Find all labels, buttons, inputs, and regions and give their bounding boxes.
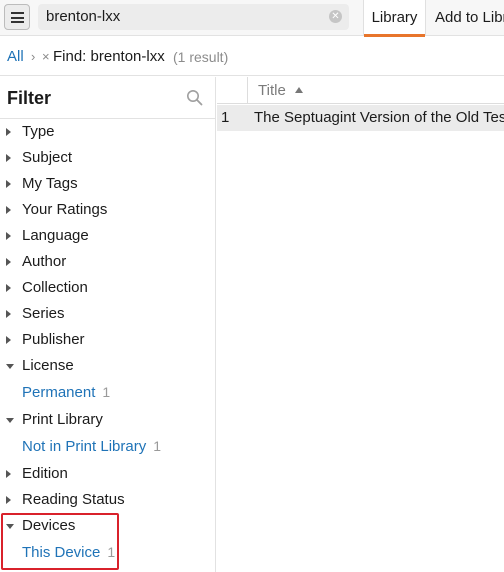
- collapse-arrow-icon[interactable]: [6, 418, 14, 423]
- hamburger-menu-icon[interactable]: [4, 4, 30, 30]
- filter-item-language[interactable]: Language: [0, 223, 215, 249]
- filter-item-license[interactable]: License: [0, 353, 215, 379]
- breadcrumb-all-link[interactable]: All: [7, 48, 24, 65]
- sort-ascending-icon[interactable]: [295, 87, 303, 93]
- breadcrumb-current-search: Find: brenton-lxx: [53, 48, 165, 65]
- collapse-arrow-icon[interactable]: [6, 364, 14, 369]
- filter-item-label: Edition: [22, 465, 68, 482]
- expand-arrow-icon[interactable]: [6, 496, 11, 504]
- filter-item-label: Author: [22, 253, 67, 270]
- filter-item-my-tags[interactable]: My Tags: [0, 171, 215, 197]
- filter-sidebar: Filter Type Subject My Tags Your Ratings…: [0, 77, 216, 572]
- results-table: Title 1 The Septuagint Version of the Ol…: [217, 77, 504, 572]
- filter-option-count: 1: [102, 384, 111, 400]
- filter-item-label: Subject: [22, 149, 73, 166]
- column-header-title[interactable]: Title: [258, 82, 286, 99]
- row-number: 1: [221, 109, 230, 126]
- filter-item-your-ratings[interactable]: Your Ratings: [0, 197, 215, 223]
- filter-item-publisher[interactable]: Publisher: [0, 327, 215, 353]
- tab-library[interactable]: Library: [363, 0, 426, 37]
- filter-option-not-in-print-library[interactable]: Not in Print Library 1: [22, 438, 161, 455]
- filter-item-label: Publisher: [22, 331, 85, 348]
- filter-item-label: License: [22, 357, 74, 374]
- expand-arrow-icon[interactable]: [6, 154, 11, 162]
- filter-item-series[interactable]: Series: [0, 301, 215, 327]
- filter-item-edition[interactable]: Edition: [0, 461, 215, 487]
- filter-option-label[interactable]: Permanent: [22, 384, 95, 401]
- filter-item-print-library[interactable]: Print Library: [0, 407, 215, 433]
- remove-filter-icon[interactable]: ×: [42, 49, 50, 64]
- filter-option-permanent[interactable]: Permanent 1: [22, 384, 110, 401]
- result-count: (1 result): [173, 49, 229, 65]
- clear-search-icon[interactable]: ✕: [329, 10, 342, 23]
- expand-arrow-icon[interactable]: [6, 336, 11, 344]
- expand-arrow-icon[interactable]: [6, 470, 11, 478]
- search-input-value[interactable]: brenton-lxx: [46, 8, 120, 25]
- column-header-number[interactable]: [217, 77, 248, 104]
- expand-arrow-icon[interactable]: [6, 258, 11, 266]
- filter-option-label[interactable]: Not in Print Library: [22, 438, 146, 455]
- filter-item-label: Reading Status: [22, 491, 125, 508]
- highlight-box: [1, 513, 119, 570]
- expand-arrow-icon[interactable]: [6, 206, 11, 214]
- table-row[interactable]: 1 The Septuagint Version of the Old Test…: [217, 105, 504, 131]
- filter-title: Filter: [7, 88, 52, 108]
- expand-arrow-icon[interactable]: [6, 128, 11, 136]
- filter-item-label: My Tags: [22, 175, 78, 192]
- search-input[interactable]: brenton-lxx ✕: [38, 4, 349, 30]
- filter-item-reading-status[interactable]: Reading Status: [0, 487, 215, 513]
- expand-arrow-icon[interactable]: [6, 284, 11, 292]
- filter-item-label: Print Library: [22, 411, 103, 428]
- table-header: Title: [217, 77, 504, 104]
- filter-item-collection[interactable]: Collection: [0, 275, 215, 301]
- row-title[interactable]: The Septuagint Version of the Old Testa: [254, 109, 504, 126]
- filter-item-label: Your Ratings: [22, 201, 108, 218]
- expand-arrow-icon[interactable]: [6, 180, 11, 188]
- search-icon[interactable]: [186, 89, 203, 106]
- top-toolbar: brenton-lxx ✕ Library Add to Libr: [0, 0, 504, 37]
- breadcrumb: All › × Find: brenton-lxx (1 result): [0, 37, 504, 76]
- filter-item-label: Series: [22, 305, 65, 322]
- filter-item-label: Collection: [22, 279, 88, 296]
- expand-arrow-icon[interactable]: [6, 310, 11, 318]
- filter-item-label: Type: [22, 123, 55, 140]
- filter-item-type[interactable]: Type: [0, 119, 215, 145]
- filter-item-subject[interactable]: Subject: [0, 145, 215, 171]
- filter-item-author[interactable]: Author: [0, 249, 215, 275]
- breadcrumb-separator: ›: [31, 49, 36, 64]
- filter-option-count: 1: [153, 438, 162, 454]
- tab-add-to-library[interactable]: Add to Libr: [435, 0, 504, 36]
- filter-header: Filter: [0, 77, 215, 119]
- filter-item-label: Language: [22, 227, 89, 244]
- expand-arrow-icon[interactable]: [6, 232, 11, 240]
